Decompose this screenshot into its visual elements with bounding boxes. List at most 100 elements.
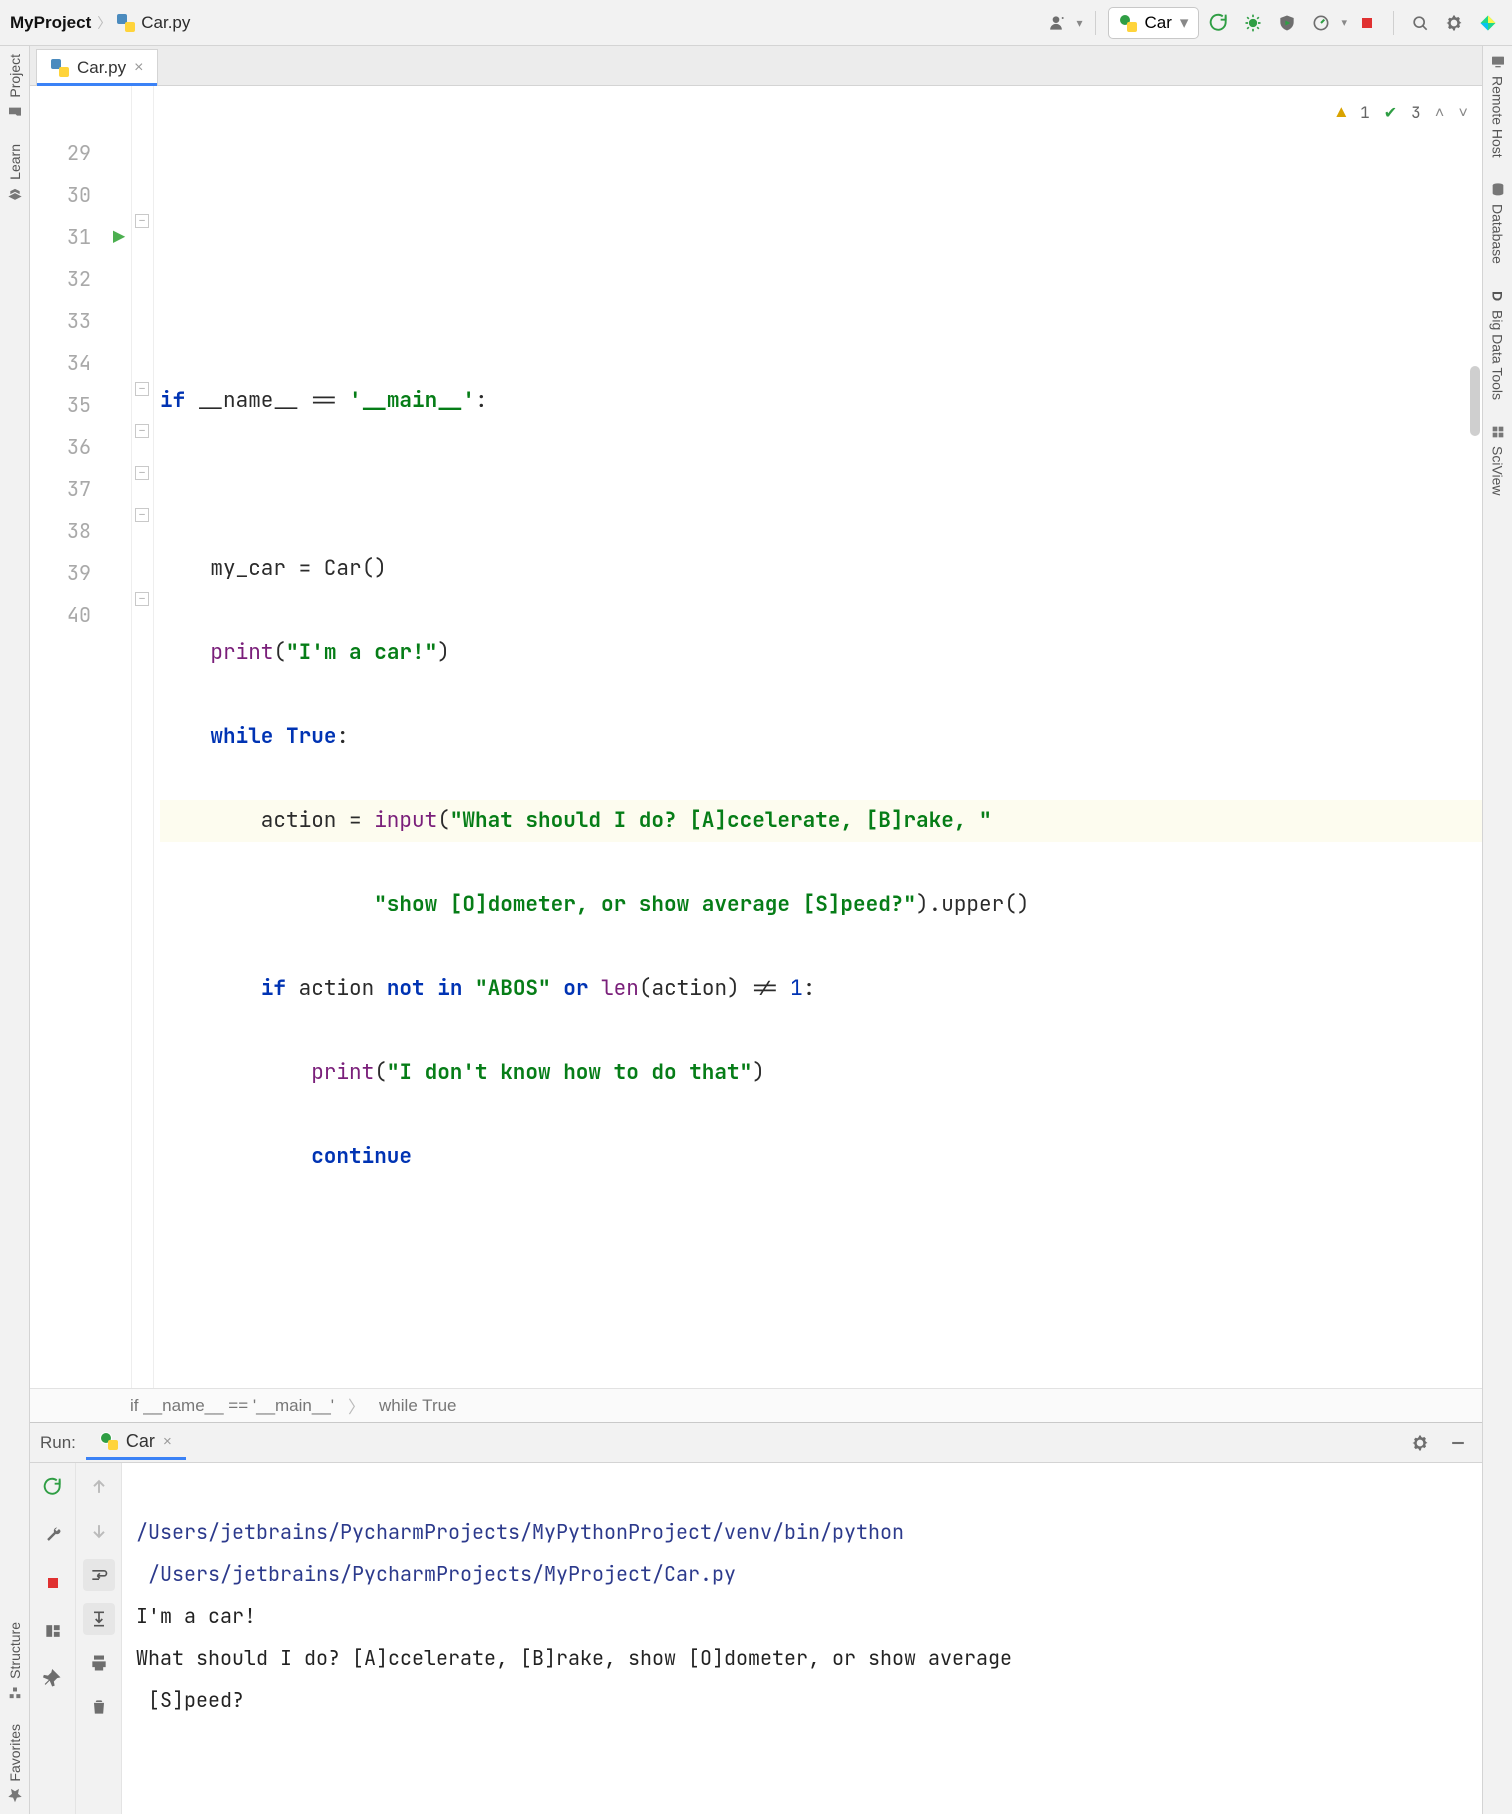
- wrench-icon[interactable]: [37, 1519, 69, 1551]
- print-icon[interactable]: [83, 1647, 115, 1679]
- rerun-icon[interactable]: [37, 1471, 69, 1503]
- toolbar-separator: [1095, 11, 1096, 35]
- python-run-icon: [100, 1432, 118, 1450]
- code-token: "What should I do? [A]ccelerate, [B]rake…: [450, 807, 992, 834]
- gutter-line: 39: [30, 552, 131, 594]
- debug-button[interactable]: [1239, 9, 1267, 37]
- code-token: print: [210, 639, 273, 666]
- star-icon: [7, 1788, 23, 1804]
- run-configuration-selector[interactable]: Car ▾: [1108, 7, 1200, 39]
- sciview-icon: [1490, 424, 1506, 440]
- right-tool-stripe: Remote Host Database D Big Data Tools Sc…: [1482, 46, 1512, 1814]
- nav-bar: MyProject 〉 Car.py ▾ Car ▾: [0, 0, 1512, 46]
- toolbar-separator: [1393, 11, 1394, 35]
- editor-tab-label: Car.py: [77, 58, 126, 78]
- run-tool-header: Run: Car ×: [30, 1423, 1482, 1463]
- chevron-right-icon: 〉: [97, 13, 111, 33]
- run-gutter-icon[interactable]: ▶: [113, 216, 125, 258]
- console-line: I'm a car!: [136, 1603, 256, 1629]
- code-token: [160, 1059, 311, 1086]
- more-run-caret-icon[interactable]: ▾: [1341, 16, 1347, 29]
- run-config-label: Car: [1145, 13, 1172, 33]
- python-run-icon: [1119, 14, 1137, 32]
- chevron-up-icon[interactable]: ˄: [1435, 92, 1445, 134]
- code-breadcrumb: if __name__ == '__main__' 〉 while True: [30, 1388, 1482, 1422]
- run-button[interactable]: [1205, 9, 1233, 37]
- editor[interactable]: 29 30 31▶ 32 33 34 35 36 37 38 39 40 – –…: [30, 86, 1482, 1388]
- tool-favorites[interactable]: Favorites: [7, 1724, 23, 1804]
- code-bc-item[interactable]: if __name__ == '__main__': [130, 1396, 334, 1416]
- code-token: [160, 639, 210, 666]
- ok-count: 3: [1411, 92, 1421, 134]
- tool-sciview[interactable]: SciView: [1490, 424, 1506, 496]
- code-token: "ABOS": [475, 975, 551, 1002]
- up-arrow-icon[interactable]: [83, 1471, 115, 1503]
- fold-toggle-icon[interactable]: –: [135, 466, 149, 480]
- jetbrains-icon[interactable]: [1474, 9, 1502, 37]
- gutter-line: 36: [30, 426, 131, 468]
- breadcrumb-file-label: Car.py: [141, 13, 190, 33]
- search-icon[interactable]: [1406, 9, 1434, 37]
- fold-toggle-icon[interactable]: –: [135, 214, 149, 228]
- chevron-down-icon: ▾: [1180, 13, 1189, 33]
- stop-icon[interactable]: [37, 1567, 69, 1599]
- add-user-icon[interactable]: [1042, 9, 1070, 37]
- inspection-widget[interactable]: ▲1 ✔3 ˄ ˅: [1337, 92, 1468, 134]
- bigdata-icon: D: [1490, 288, 1506, 304]
- python-file-icon: [117, 14, 135, 32]
- hide-run-icon[interactable]: [1444, 1429, 1472, 1457]
- tool-remote-host[interactable]: Remote Host: [1490, 54, 1506, 158]
- tool-project[interactable]: Project: [7, 54, 23, 120]
- profile-button[interactable]: [1307, 9, 1335, 37]
- gutter: 29 30 31▶ 32 33 34 35 36 37 38 39 40: [30, 86, 132, 1388]
- scroll-to-end-icon[interactable]: [83, 1603, 115, 1635]
- code-token: action: [299, 975, 387, 1002]
- fold-toggle-icon[interactable]: –: [135, 382, 149, 396]
- gutter-line: 32: [30, 258, 131, 300]
- tool-structure[interactable]: Structure: [7, 1622, 23, 1701]
- soft-wrap-icon[interactable]: [83, 1559, 115, 1591]
- gutter-line: 29: [30, 132, 131, 174]
- pin-icon[interactable]: [37, 1663, 69, 1695]
- tool-bigdata[interactable]: D Big Data Tools: [1490, 288, 1506, 400]
- chevron-down-icon[interactable]: ˅: [1458, 92, 1468, 134]
- tool-favorites-label: Favorites: [7, 1724, 23, 1782]
- gutter-line: 37: [30, 468, 131, 510]
- close-tab-icon[interactable]: ×: [134, 59, 143, 77]
- breadcrumb-project[interactable]: MyProject: [10, 13, 91, 33]
- stop-button[interactable]: [1353, 9, 1381, 37]
- code-bc-item[interactable]: while True: [379, 1396, 456, 1416]
- run-toolbar-left2: [76, 1463, 122, 1814]
- editor-tab-car[interactable]: Car.py ×: [36, 49, 158, 85]
- scrollbar-thumb[interactable]: [1470, 366, 1480, 436]
- dropdown-caret-icon[interactable]: ▾: [1076, 16, 1082, 30]
- console-path: /Users/jetbrains/PycharmProjects/MyProje…: [136, 1561, 736, 1587]
- structure-icon: [7, 1684, 23, 1700]
- down-arrow-icon[interactable]: [83, 1515, 115, 1547]
- run-coverage-button[interactable]: [1273, 9, 1301, 37]
- fold-toggle-icon[interactable]: –: [135, 592, 149, 606]
- console-line: What should I do? [A]ccelerate, [B]rake,…: [136, 1645, 1024, 1671]
- gutter-line: 30: [30, 174, 131, 216]
- remote-icon: [1490, 54, 1506, 70]
- python-file-icon: [51, 59, 69, 77]
- tool-learn[interactable]: Learn: [7, 144, 23, 202]
- code-token: action =: [160, 807, 374, 834]
- run-tab-car[interactable]: Car ×: [86, 1426, 186, 1460]
- code-token: [551, 975, 564, 1002]
- trash-icon[interactable]: [83, 1691, 115, 1723]
- run-settings-icon[interactable]: [1406, 1429, 1434, 1457]
- settings-icon[interactable]: [1440, 9, 1468, 37]
- breadcrumb-file[interactable]: Car.py: [117, 13, 190, 33]
- layout-icon[interactable]: [37, 1615, 69, 1647]
- code-token: ): [752, 1059, 765, 1086]
- console-output[interactable]: /Users/jetbrains/PycharmProjects/MyPytho…: [122, 1463, 1482, 1814]
- code-token: (: [437, 807, 450, 834]
- close-run-tab-icon[interactable]: ×: [163, 1433, 172, 1450]
- tool-database[interactable]: Database: [1490, 182, 1506, 264]
- code-area[interactable]: if __name__ == '__main__': my_car = Car(…: [154, 86, 1482, 1388]
- code-token: __name__: [198, 387, 299, 414]
- fold-toggle-icon[interactable]: –: [135, 508, 149, 522]
- code-token: (: [273, 639, 286, 666]
- fold-toggle-icon[interactable]: –: [135, 424, 149, 438]
